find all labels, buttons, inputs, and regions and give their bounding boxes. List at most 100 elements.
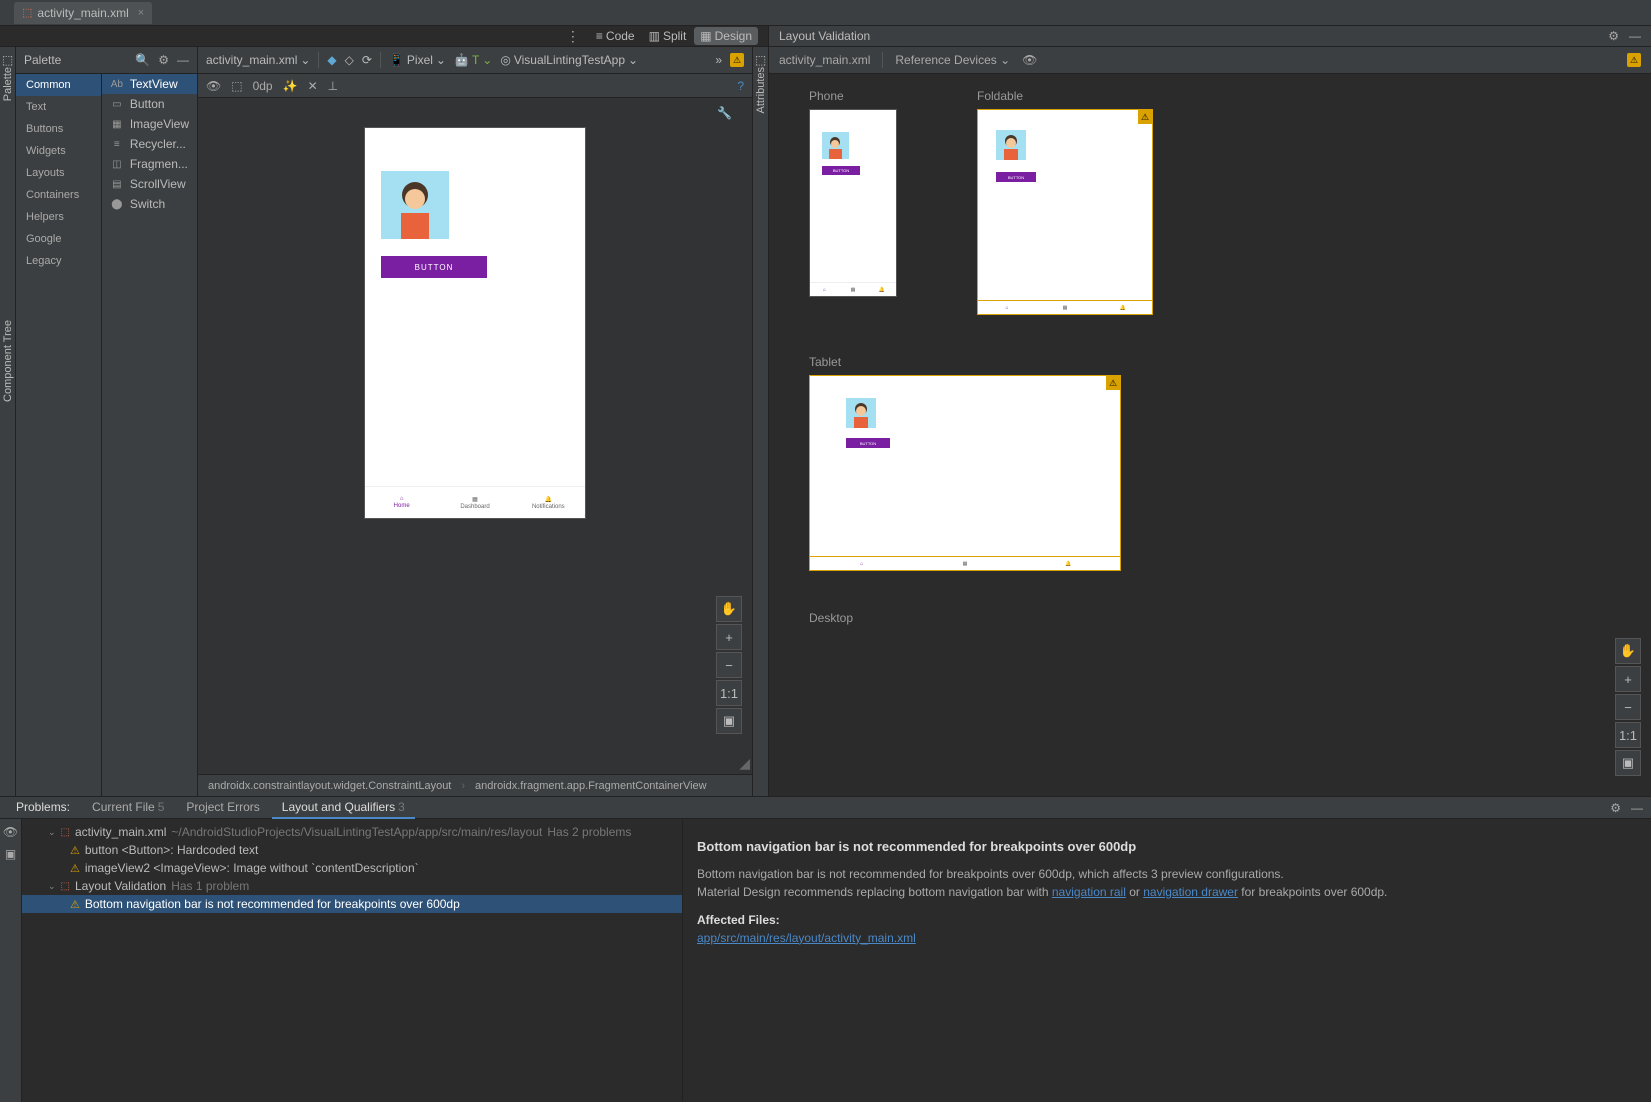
validation-file[interactable]: activity_main.xml	[779, 53, 870, 67]
palette-side-tab[interactable]: ⬚ Palette	[0, 47, 16, 796]
zoom-out-button[interactable]: −	[716, 652, 742, 678]
breadcrumb-parent[interactable]: androidx.constraintlayout.widget.Constra…	[208, 780, 451, 792]
warning-badge[interactable]: ⚠	[1106, 376, 1120, 390]
zoom-in-button[interactable]: +	[1615, 666, 1641, 692]
validation-toolbar: activity_main.xml Reference Devices ⌄ 👁 …	[769, 47, 1651, 74]
dp-value[interactable]: 0dp	[253, 79, 273, 93]
category-google[interactable]: Google	[16, 228, 101, 250]
phone-preview[interactable]: BUTTON ⌂Home ▦Dashboard 🔔Notifications	[365, 128, 585, 518]
affected-file-link[interactable]: app/src/main/res/layout/activity_main.xm…	[697, 931, 916, 945]
eye-icon[interactable]: 👁	[3, 825, 18, 839]
eye-icon[interactable]: 👁	[206, 79, 221, 93]
pan-button[interactable]: ✋	[1615, 638, 1641, 664]
component-scrollview[interactable]: ▤ScrollView	[102, 174, 197, 194]
tab-layout-qualifiers[interactable]: Layout and Qualifiers3	[272, 797, 415, 819]
breadcrumb-child[interactable]: androidx.fragment.app.FragmentContainerV…	[475, 780, 707, 792]
zoom-in-button[interactable]: +	[716, 624, 742, 650]
chevron-down-icon: ⌄	[300, 53, 310, 67]
gear-icon[interactable]: ⚙	[1610, 801, 1621, 815]
component-breadcrumb: androidx.constraintlayout.widget.Constra…	[198, 774, 752, 796]
component-imageview[interactable]: ▦ImageView	[102, 114, 197, 134]
design-mode-button[interactable]: ▦Design	[694, 27, 758, 45]
warning-badge[interactable]: ⚠	[730, 53, 744, 67]
chevron-down-icon: ⌄	[436, 53, 446, 67]
code-icon: ≡	[596, 29, 603, 43]
palette-panel: Palette 🔍 ⚙ — Common Text Buttons Widget	[16, 47, 198, 796]
split-icon: ▥	[649, 29, 660, 43]
category-buttons[interactable]: Buttons	[16, 118, 101, 140]
component-fragment[interactable]: ◫Fragmen...	[102, 154, 197, 174]
aspect-icon[interactable]: ⬚	[231, 79, 242, 93]
more-icon[interactable]: »	[715, 53, 722, 67]
wrench-icon[interactable]: 🔧	[717, 106, 732, 120]
device-dropdown[interactable]: 📱 Pixel ⌄	[389, 53, 446, 67]
tree-issue[interactable]: ⚠ imageView2 <ImageView>: Image without …	[22, 859, 682, 877]
component-textview[interactable]: AbTextView	[102, 74, 197, 94]
zoom-fit-button[interactable]: ▣	[1615, 750, 1641, 776]
orientation-icon[interactable]: ⟳	[362, 53, 372, 67]
component-recyclerview[interactable]: ≡Recycler...	[102, 134, 197, 154]
gear-icon[interactable]: ⚙	[158, 53, 169, 67]
tree-issue-selected[interactable]: ⚠ Bottom navigation bar is not recommend…	[22, 895, 682, 913]
eye-icon[interactable]: 👁	[1022, 53, 1037, 67]
gear-icon[interactable]: ⚙	[1608, 29, 1619, 43]
attributes-tab-label: Attributes	[755, 67, 767, 113]
close-icon[interactable]: ×	[138, 7, 144, 19]
category-widgets[interactable]: Widgets	[16, 140, 101, 162]
device-preview-phone[interactable]: BUTTON ⌂ ▦ 🔔	[809, 109, 897, 297]
minimize-icon[interactable]: —	[1629, 29, 1641, 43]
device-preview-foldable[interactable]: ⚠ BUTTON ⌂ ▦ 🔔	[977, 109, 1153, 315]
category-legacy[interactable]: Legacy	[16, 250, 101, 272]
avatar-image	[822, 132, 849, 159]
tab-project-errors[interactable]: Project Errors	[176, 797, 269, 819]
split-mode-button[interactable]: ▥Split	[643, 27, 693, 45]
design-surface-icon[interactable]: ◆	[327, 53, 336, 67]
component-tree-side-tab[interactable]: Component Tree	[0, 320, 16, 412]
search-icon[interactable]: 🔍	[135, 53, 150, 67]
validation-header: Layout Validation ⚙ —	[769, 26, 1651, 47]
pan-button[interactable]: ✋	[716, 596, 742, 622]
kebab-icon[interactable]: ⋮	[566, 28, 580, 45]
zoom-out-button[interactable]: −	[1615, 694, 1641, 720]
warning-icon: ⚠	[70, 844, 80, 857]
zoom-11-button[interactable]: 1:1	[716, 680, 742, 706]
blueprint-icon[interactable]: ◇	[345, 53, 354, 67]
file-dropdown[interactable]: activity_main.xml ⌄	[206, 53, 310, 67]
bottom-navigation: ⌂ ▦ 🔔	[978, 300, 1152, 314]
clear-icon[interactable]: ✕	[308, 79, 318, 93]
category-common[interactable]: Common	[16, 74, 101, 96]
reference-devices-dropdown[interactable]: Reference Devices ⌄	[895, 53, 1010, 67]
tree-layout-validation-node[interactable]: ⌄ ⬚ Layout Validation Has 1 problem	[22, 877, 682, 895]
warning-badge[interactable]: ⚠	[1627, 53, 1641, 67]
category-helpers[interactable]: Helpers	[16, 206, 101, 228]
device-preview-tablet[interactable]: ⚠ BUTTON ⌂ ▦ 🔔	[809, 375, 1121, 571]
validation-zoom-controls: ✋ + − 1:1 ▣	[1615, 638, 1641, 776]
category-containers[interactable]: Containers	[16, 184, 101, 206]
warning-badge[interactable]: ⚠	[1138, 110, 1152, 124]
code-mode-button[interactable]: ≡Code	[590, 27, 641, 45]
category-text[interactable]: Text	[16, 96, 101, 118]
link-navigation-rail[interactable]: navigation rail	[1052, 885, 1126, 899]
zoom-fit-button[interactable]: ▣	[716, 708, 742, 734]
category-layouts[interactable]: Layouts	[16, 162, 101, 184]
link-navigation-drawer[interactable]: navigation drawer	[1143, 885, 1238, 899]
minimize-icon[interactable]: —	[177, 53, 189, 67]
align-icon[interactable]: ⊥	[328, 79, 338, 93]
zoom-11-button[interactable]: 1:1	[1615, 722, 1641, 748]
app-dropdown[interactable]: ◎ VisualLintingTestApp ⌄	[500, 53, 638, 67]
attributes-side-tab[interactable]: ⬚ Attributes	[752, 47, 768, 796]
editor-tab[interactable]: ⬚ activity_main.xml ×	[14, 2, 152, 24]
component-switch[interactable]: ⬤Switch	[102, 194, 197, 214]
tree-file-node[interactable]: ⌄ ⬚ activity_main.xml ~/AndroidStudioPro…	[22, 823, 682, 841]
expand-icon[interactable]: ▣	[5, 847, 16, 861]
device-label-foldable: Foldable	[977, 89, 1153, 103]
help-icon[interactable]: ?	[737, 79, 744, 93]
minimize-icon[interactable]: —	[1631, 801, 1643, 815]
resize-handle[interactable]: ◢	[739, 755, 750, 772]
theme-dropdown[interactable]: 🤖 T ⌄	[454, 53, 492, 67]
magic-icon[interactable]: ✨	[283, 79, 298, 93]
design-canvas[interactable]: 🔧 BUTTON ⌂Home ▦Dashboard 🔔Notifications	[198, 98, 752, 774]
tab-current-file[interactable]: Current File5	[82, 797, 174, 819]
component-button[interactable]: ▭Button	[102, 94, 197, 114]
tree-issue[interactable]: ⚠ button <Button>: Hardcoded text	[22, 841, 682, 859]
